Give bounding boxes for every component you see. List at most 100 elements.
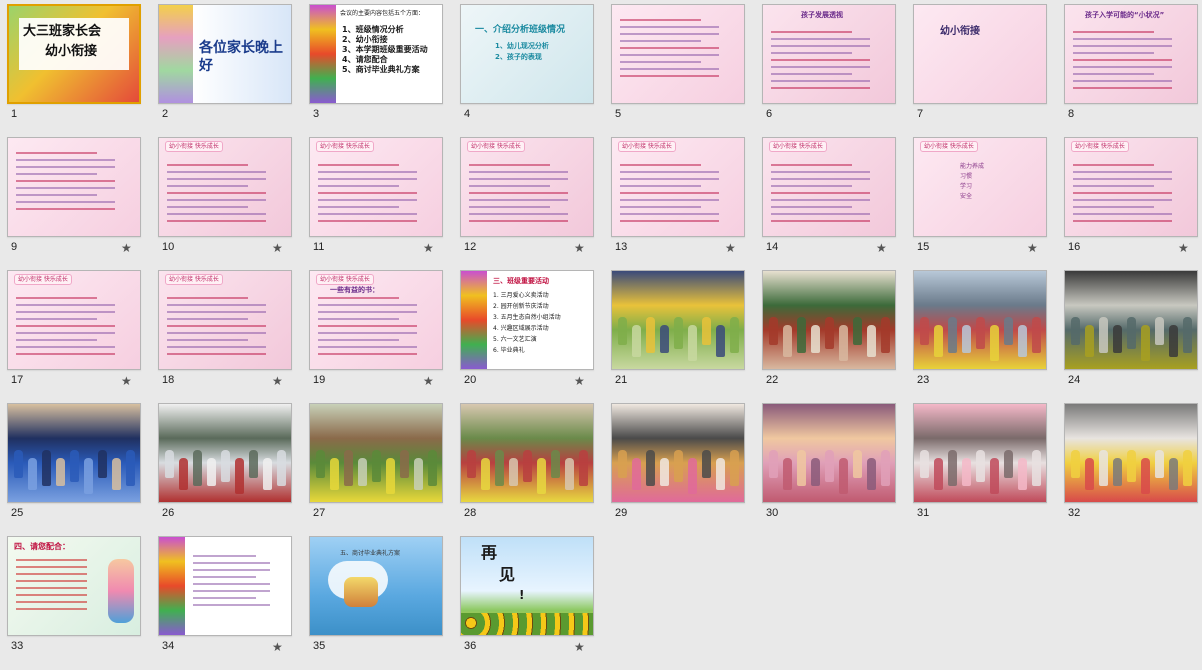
slide-thumbnail-3[interactable]: 会议的主要内容包括五个方面： 1、班级情况分析 2、幼小衔接 3、本学期班级重要活动 4… [309, 4, 443, 122]
slide-preview[interactable]: 幼小衔接 快乐成长 [1064, 137, 1198, 237]
slide-thumbnail-34[interactable]: 34 ★ [158, 536, 292, 654]
slide-thumbnail-4[interactable]: 一、介绍分析班级情况 1、幼儿现况分析 2、孩子的表现 4 [460, 4, 594, 122]
slide-preview[interactable] [309, 403, 443, 503]
slide-thumbnail-31[interactable]: 31 [913, 403, 1047, 521]
slide-thumbnail-26[interactable]: 26 [158, 403, 292, 521]
animation-star-icon[interactable]: ★ [574, 374, 585, 388]
child-figure [853, 317, 862, 345]
animation-star-icon[interactable]: ★ [272, 374, 283, 388]
slide-preview[interactable]: 幼小衔接 快乐成长 一些有益的书： [309, 270, 443, 370]
animation-star-icon[interactable]: ★ [272, 241, 283, 255]
animation-star-icon[interactable]: ★ [876, 241, 887, 255]
slide-preview[interactable]: 再见! [460, 536, 594, 636]
child-figure [1018, 458, 1027, 490]
list-item: 2、幼小衔接 [342, 35, 388, 44]
slide-preview[interactable] [611, 4, 745, 104]
child-figure [537, 458, 546, 494]
animation-star-icon[interactable]: ★ [725, 241, 736, 255]
child-figure [730, 317, 739, 353]
slide-preview[interactable] [1064, 403, 1198, 503]
animation-star-icon[interactable]: ★ [121, 241, 132, 255]
animation-star-icon[interactable]: ★ [1027, 241, 1038, 255]
slide-preview[interactable]: 三、班级重要活动 1. 三月爱心义卖活动 2. 园开创新节庆活动 3. 五月生态自然小… [460, 270, 594, 370]
slide-preview[interactable]: 幼小衔接 快乐成长 [7, 270, 141, 370]
slide-thumbnail-13[interactable]: 幼小衔接 快乐成长 13 ★ [611, 137, 745, 255]
animation-star-icon[interactable]: ★ [423, 241, 434, 255]
slide-header-tag: 幼小衔接 快乐成长 [618, 141, 676, 152]
slide-thumbnail-33[interactable]: 四、请您配合： 33 [7, 536, 141, 654]
slide-thumbnail-32[interactable]: 32 [1064, 403, 1198, 521]
slide-thumbnail-8[interactable]: 孩子入学可能的“小状况” 8 [1064, 4, 1198, 122]
slide-preview[interactable]: 会议的主要内容包括五个方面： 1、班级情况分析 2、幼小衔接 3、本学期班级重要活动 4… [309, 4, 443, 104]
animation-star-icon[interactable]: ★ [272, 640, 283, 654]
slide-thumbnail-10[interactable]: 幼小衔接 快乐成长 10 ★ [158, 137, 292, 255]
slide-thumbnail-17[interactable]: 幼小衔接 快乐成长 17 ★ [7, 270, 141, 388]
slide-preview[interactable] [7, 137, 141, 237]
slide-preview[interactable]: 一、介绍分析班级情况 1、幼儿现况分析 2、孩子的表现 [460, 4, 594, 104]
slide-preview[interactable]: 幼小衔接 快乐成长 [611, 137, 745, 237]
slide-thumbnail-24[interactable]: 24 [1064, 270, 1198, 388]
slide-number: 9 [11, 241, 18, 253]
slide-thumbnail-21[interactable]: 21 [611, 270, 745, 388]
slide-preview[interactable]: 孩子入学可能的“小状况” [1064, 4, 1198, 104]
slide-preview[interactable]: 大三班家长会 幼小衔接 [7, 4, 141, 104]
child-figure [962, 325, 971, 353]
slide-thumbnail-16[interactable]: 幼小衔接 快乐成长 16 ★ [1064, 137, 1198, 255]
slide-number: 27 [313, 507, 326, 519]
slide-thumbnail-25[interactable]: 25 [7, 403, 141, 521]
animation-star-icon[interactable]: ★ [574, 241, 585, 255]
text-lines [16, 559, 100, 615]
slide-thumbnail-11[interactable]: 幼小衔接 快乐成长 11 ★ [309, 137, 443, 255]
slide-preview[interactable] [611, 403, 745, 503]
slide-preview[interactable]: 各位家长晚上好 [158, 4, 292, 104]
slide-thumbnail-28[interactable]: 28 [460, 403, 594, 521]
slide-preview[interactable] [611, 270, 745, 370]
slide-thumbnail-5[interactable]: 5 [611, 4, 745, 122]
child-figure [881, 450, 890, 486]
slide-thumbnail-7[interactable]: 幼小衔接 7 [913, 4, 1047, 122]
slide-thumbnail-29[interactable]: 29 [611, 403, 745, 521]
slide-preview[interactable]: 幼小衔接 快乐成长 [158, 270, 292, 370]
slide-thumbnail-27[interactable]: 27 [309, 403, 443, 521]
slide-thumbnail-1[interactable]: 大三班家长会 幼小衔接 1 [7, 4, 141, 122]
list-item: 5. 六一文艺汇演 [493, 336, 537, 343]
slide-preview[interactable] [913, 403, 1047, 503]
slide-preview[interactable] [158, 536, 292, 636]
slide-thumbnail-19[interactable]: 幼小衔接 快乐成长 一些有益的书： 19 ★ [309, 270, 443, 388]
slide-thumbnail-6[interactable]: 孩子发展透视 6 [762, 4, 896, 122]
slide-preview[interactable]: 幼小衔接 快乐成长 [309, 137, 443, 237]
slide-thumbnail-20[interactable]: 三、班级重要活动 1. 三月爱心义卖活动 2. 园开创新节庆活动 3. 五月生态自然小… [460, 270, 594, 388]
slide-thumbnail-18[interactable]: 幼小衔接 快乐成长 18 ★ [158, 270, 292, 388]
slide-preview[interactable]: 四、请您配合： [7, 536, 141, 636]
slide-thumbnail-9[interactable]: 9 ★ [7, 137, 141, 255]
slide-thumbnail-30[interactable]: 30 [762, 403, 896, 521]
slide-preview[interactable] [762, 270, 896, 370]
slide-preview[interactable] [1064, 270, 1198, 370]
slide-thumbnail-35[interactable]: 五、商讨毕业典礼方案 35 [309, 536, 443, 654]
slide-preview[interactable]: 幼小衔接 快乐成长 能力养成 习惯 学习 安全 [913, 137, 1047, 237]
animation-star-icon[interactable]: ★ [121, 374, 132, 388]
slide-thumbnail-15[interactable]: 幼小衔接 快乐成长 能力养成 习惯 学习 安全 15 ★ [913, 137, 1047, 255]
slide-preview[interactable]: 孩子发展透视 [762, 4, 896, 104]
animation-star-icon[interactable]: ★ [423, 374, 434, 388]
slide-preview[interactable]: 五、商讨毕业典礼方案 [309, 536, 443, 636]
slide-preview[interactable]: 幼小衔接 快乐成长 [460, 137, 594, 237]
slide-thumbnail-22[interactable]: 22 [762, 270, 896, 388]
slide-thumbnail-2[interactable]: 各位家长晚上好 2 [158, 4, 292, 122]
slide-preview[interactable] [460, 403, 594, 503]
slide-preview[interactable]: 幼小衔接 快乐成长 [762, 137, 896, 237]
slide-thumbnail-12[interactable]: 幼小衔接 快乐成长 12 ★ [460, 137, 594, 255]
slide-thumbnail-14[interactable]: 幼小衔接 快乐成长 14 ★ [762, 137, 896, 255]
slide-thumbnail-36[interactable]: 再见! 36 ★ [460, 536, 594, 654]
slide-preview[interactable]: 幼小衔接 [913, 4, 1047, 104]
slide-preview[interactable] [158, 403, 292, 503]
slide-preview[interactable] [913, 270, 1047, 370]
slide-thumbnail-23[interactable]: 23 [913, 270, 1047, 388]
slide-preview[interactable] [7, 403, 141, 503]
slide-preview[interactable]: 幼小衔接 快乐成长 [158, 137, 292, 237]
text-lines [167, 297, 283, 360]
animation-star-icon[interactable]: ★ [574, 640, 585, 654]
animation-star-icon[interactable]: ★ [1178, 241, 1189, 255]
slide-preview[interactable] [762, 403, 896, 503]
child-figure [962, 458, 971, 486]
